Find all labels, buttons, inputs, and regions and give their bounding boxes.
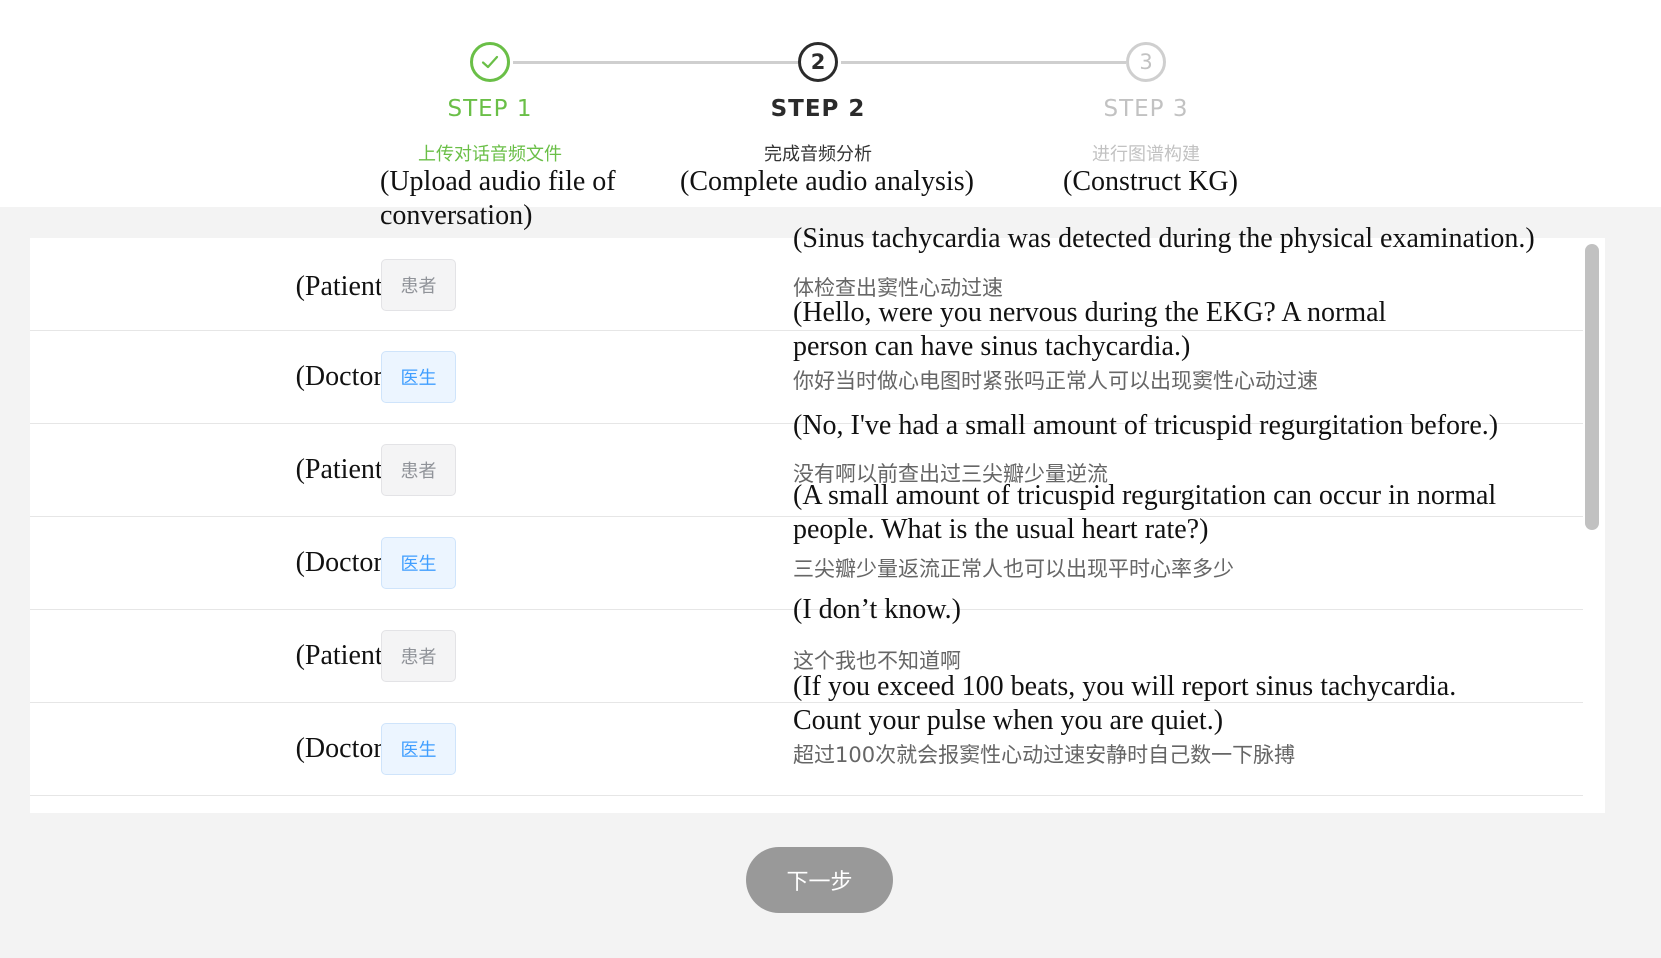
speaker-translation: (Patient) <box>295 640 392 671</box>
utterance-text: 你好当时做心电图时紧张吗正常人可以出现窦性心动过速 <box>793 369 1318 393</box>
step-2-title: STEP 2 <box>770 96 866 122</box>
speaker-translation: (Doctor) <box>295 733 392 764</box>
speaker-badge: 医生 <box>381 723 456 775</box>
speaker-translation: (Doctor) <box>295 361 392 392</box>
stepper-area: STEP 1 上传对话音频文件 (Upload audio file of co… <box>0 0 1661 231</box>
step-1-subtitle: 上传对话音频文件 <box>418 144 562 165</box>
check-icon <box>470 42 510 82</box>
utterance-translation: (Hello, were you nervous during the EKG?… <box>793 297 1387 328</box>
speaker-badge: 患者 <box>381 630 456 682</box>
step-3-subtitle: 进行图谱构建 <box>1092 144 1200 165</box>
utterance-translation: (Sinus tachycardia was detected during t… <box>793 223 1535 254</box>
step-3-title: STEP 3 <box>1103 96 1189 122</box>
speaker-badge: 患者 <box>381 259 456 311</box>
step-3-translation: (Construct KG) <box>1063 166 1238 197</box>
speaker-badge: 患者 <box>381 444 456 496</box>
utterance-translation: (If you exceed 100 beats, you will repor… <box>793 671 1457 702</box>
utterance-translation: (No, I've had a small amount of tricuspi… <box>793 410 1499 441</box>
step-1-title: STEP 1 <box>447 96 533 122</box>
utterance-translation: (I don’t know.) <box>793 594 961 625</box>
step-2-subtitle: 完成音频分析 <box>764 144 872 165</box>
utterance-text: 三尖瓣少量返流正常人也可以出现平时心率多少 <box>793 557 1234 581</box>
utterance-translation: (A small amount of tricuspid regurgitati… <box>793 480 1497 511</box>
utterance-text: 超过100次就会报窦性心动过速安静时自己数一下脉搏 <box>793 743 1296 767</box>
speaker-badge: 医生 <box>381 537 456 589</box>
step-2-translation: (Complete audio analysis) <box>680 166 974 197</box>
utterance-translation: person can have sinus tachycardia.) <box>793 331 1191 362</box>
next-step-button[interactable]: 下一步 <box>746 847 893 913</box>
step-connector-2 <box>841 61 1126 64</box>
step-3-number: 3 <box>1126 42 1166 82</box>
step-1-translation-line2: conversation) <box>380 200 533 231</box>
speaker-translation: (Patient) <box>295 271 392 302</box>
speaker-badge: 医生 <box>381 351 456 403</box>
speaker-translation: (Doctor) <box>295 547 392 578</box>
utterance-translation: people. What is the usual heart rate?) <box>793 514 1209 545</box>
scrollbar-thumb[interactable] <box>1585 244 1599 530</box>
step-1-translation-line1: (Upload audio file of <box>380 166 616 197</box>
step-2-number: 2 <box>798 42 838 82</box>
utterance-translation: Count your pulse when you are quiet.) <box>793 705 1224 736</box>
speaker-translation: (Patient) <box>295 454 392 485</box>
step-connector-1 <box>513 61 798 64</box>
